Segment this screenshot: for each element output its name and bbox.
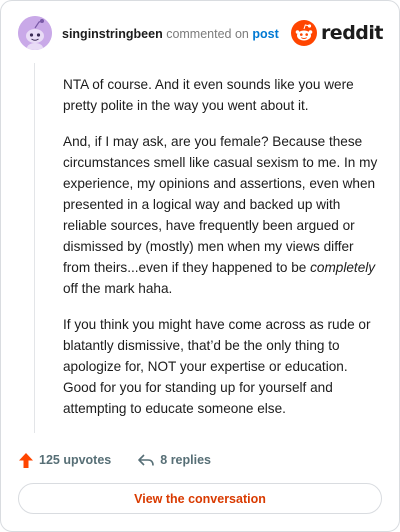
comment-paragraph-3: If you think you might have come across …	[63, 317, 371, 416]
user-avatar[interactable]	[18, 16, 52, 50]
comment-meta: singinstringbeen commented on post	[62, 26, 279, 42]
comment-card: singinstringbeen commented on post reddi…	[0, 0, 400, 532]
comment-paragraph-2-text: And, if I may ask, are you female? Becau…	[63, 134, 378, 275]
upvote-button[interactable]: 125 upvotes	[18, 452, 111, 469]
comment-paragraph-2-end: off the mark haha.	[63, 281, 173, 296]
comment-body: NTA of course. And it even sounds like y…	[63, 74, 381, 434]
upvote-arrow-icon	[19, 452, 33, 468]
post-link[interactable]: post	[252, 27, 278, 41]
comment-header: singinstringbeen commented on post reddi…	[18, 16, 384, 50]
thread-line	[34, 63, 35, 433]
username-link[interactable]: singinstringbeen	[62, 27, 163, 41]
comment-paragraph-1: NTA of course. And it even sounds like y…	[63, 77, 354, 113]
reply-count: 8 replies	[160, 453, 211, 467]
replies-button[interactable]: 8 replies	[137, 452, 211, 468]
snoo-avatar-icon	[18, 16, 52, 50]
reddit-snoo-icon	[290, 20, 317, 46]
comment-paragraph-2: And, if I may ask, are you female? Becau…	[63, 131, 381, 299]
commented-on-text: commented on	[166, 27, 249, 41]
comment-actions: 125 upvotes 8 replies	[18, 449, 211, 471]
upvote-count: 125 upvotes	[39, 453, 112, 467]
reddit-wordmark: reddit	[320, 22, 384, 44]
view-conversation-button[interactable]: View the conversation	[18, 483, 382, 514]
reddit-logo[interactable]: reddit	[290, 19, 384, 47]
reply-arrow-icon	[138, 454, 155, 466]
comment-emphasis: completely	[310, 260, 376, 275]
